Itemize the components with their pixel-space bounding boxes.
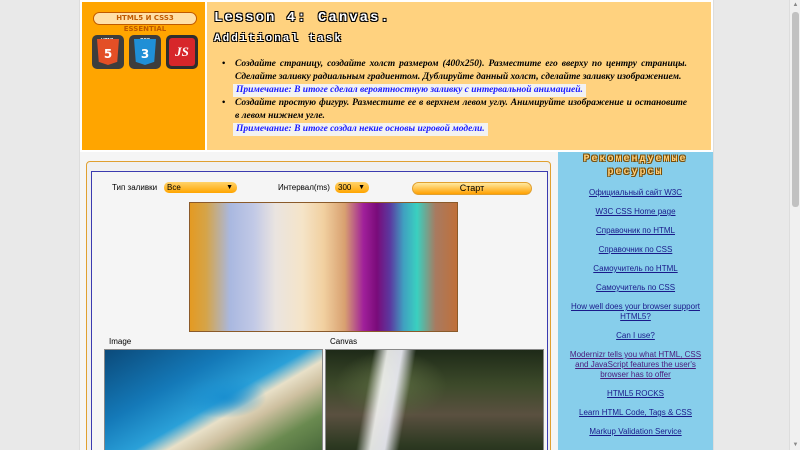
sidebar-link[interactable]: Самоучитель по CSS <box>558 283 713 293</box>
task-note: Примечание: В итоге создал некие основы … <box>233 123 488 136</box>
sidebar-title: Рекомендуемые ресурсы <box>583 154 688 178</box>
scroll-down-icon[interactable]: ▼ <box>792 441 799 449</box>
sidebar-link[interactable]: Modernizr tells you what HTML, CSS and J… <box>558 350 713 380</box>
canvas-label: Canvas <box>330 337 358 346</box>
page: HTML5 И CSS3 ESSENTIAL HTML 5 CSS 3 JS L… <box>79 0 714 450</box>
task-note: Примечание: В итоге сделал вероятностную… <box>233 84 586 97</box>
gradient-canvas <box>189 202 458 332</box>
page-scrollbar[interactable]: ▲ ▼ <box>789 0 800 450</box>
sidebar-link[interactable]: How well does your browser support HTML5… <box>558 302 713 322</box>
image-label: Image <box>109 337 132 346</box>
js-logo-icon: JS <box>166 35 198 69</box>
interval-value: 300 <box>338 183 352 192</box>
lesson-title: Lesson 4: Canvas. <box>214 10 391 26</box>
course-badge: HTML5 И CSS3 ESSENTIAL <box>93 12 197 33</box>
sidebar-link[interactable]: W3C CSS Home page <box>558 207 713 217</box>
task-item: Создайте простую фигуру. Разместите ее в… <box>222 97 687 136</box>
sidebar-link[interactable]: Markup Validation Service <box>558 427 713 437</box>
waterfall-canvas <box>325 349 544 450</box>
header-logo-panel: HTML5 И CSS3 ESSENTIAL HTML 5 CSS 3 JS <box>80 0 207 152</box>
sidebar-links: Официальный сайт W3C W3C CSS Home page С… <box>558 188 713 437</box>
html5-logo-icon: HTML 5 <box>92 35 124 69</box>
css3-logo-icon: CSS 3 <box>129 35 161 69</box>
lesson-subtitle: Additional task <box>214 33 344 45</box>
start-button[interactable]: Старт <box>412 182 532 195</box>
sidebar-link[interactable]: Can I use? <box>558 331 713 341</box>
task-text: Создайте простую фигуру. Разместите ее в… <box>235 98 687 121</box>
task-text: Создайте страницу, создайте холст размер… <box>235 59 687 82</box>
sidebar-link[interactable]: Справочник по HTML <box>558 226 713 236</box>
fill-type-value: Все <box>167 183 181 192</box>
sidebar-resources: Рекомендуемые ресурсы Официальный сайт W… <box>558 152 713 450</box>
canvas-demo-area: Тип заливки Все ▼ Интервал(ms) 300 ▼ Ста… <box>91 171 548 450</box>
sidebar-link[interactable]: Справочник по CSS <box>558 245 713 255</box>
header-task-panel: Lesson 4: Canvas. Additional task Создай… <box>207 0 713 152</box>
js-logo-text: JS <box>169 38 195 66</box>
html5-logo-number: 5 <box>97 39 119 65</box>
task-list: Создайте страницу, создайте холст размер… <box>222 58 687 136</box>
interval-label: Интервал(ms) <box>278 183 330 192</box>
fill-type-label: Тип заливки <box>112 183 158 192</box>
sidebar-link[interactable]: Самоучитель по HTML <box>558 264 713 274</box>
task-item: Создайте страницу, создайте холст размер… <box>222 58 687 97</box>
scroll-thumb[interactable] <box>792 12 799 207</box>
chevron-down-icon: ▼ <box>358 184 365 191</box>
sidebar-link[interactable]: Официальный сайт W3C <box>558 188 713 198</box>
beach-image <box>104 349 323 450</box>
sidebar-link[interactable]: HTML5 ROCKS <box>558 389 713 399</box>
interval-select[interactable]: 300 ▼ <box>335 182 369 193</box>
sidebar-link[interactable]: Learn HTML Code, Tags & CSS <box>558 408 713 418</box>
css3-logo-number: 3 <box>134 39 156 65</box>
chevron-down-icon: ▼ <box>226 184 233 191</box>
fill-type-select[interactable]: Все ▼ <box>164 182 237 193</box>
scroll-up-icon[interactable]: ▲ <box>792 1 799 9</box>
content-frame: Тип заливки Все ▼ Интервал(ms) 300 ▼ Ста… <box>86 161 551 450</box>
